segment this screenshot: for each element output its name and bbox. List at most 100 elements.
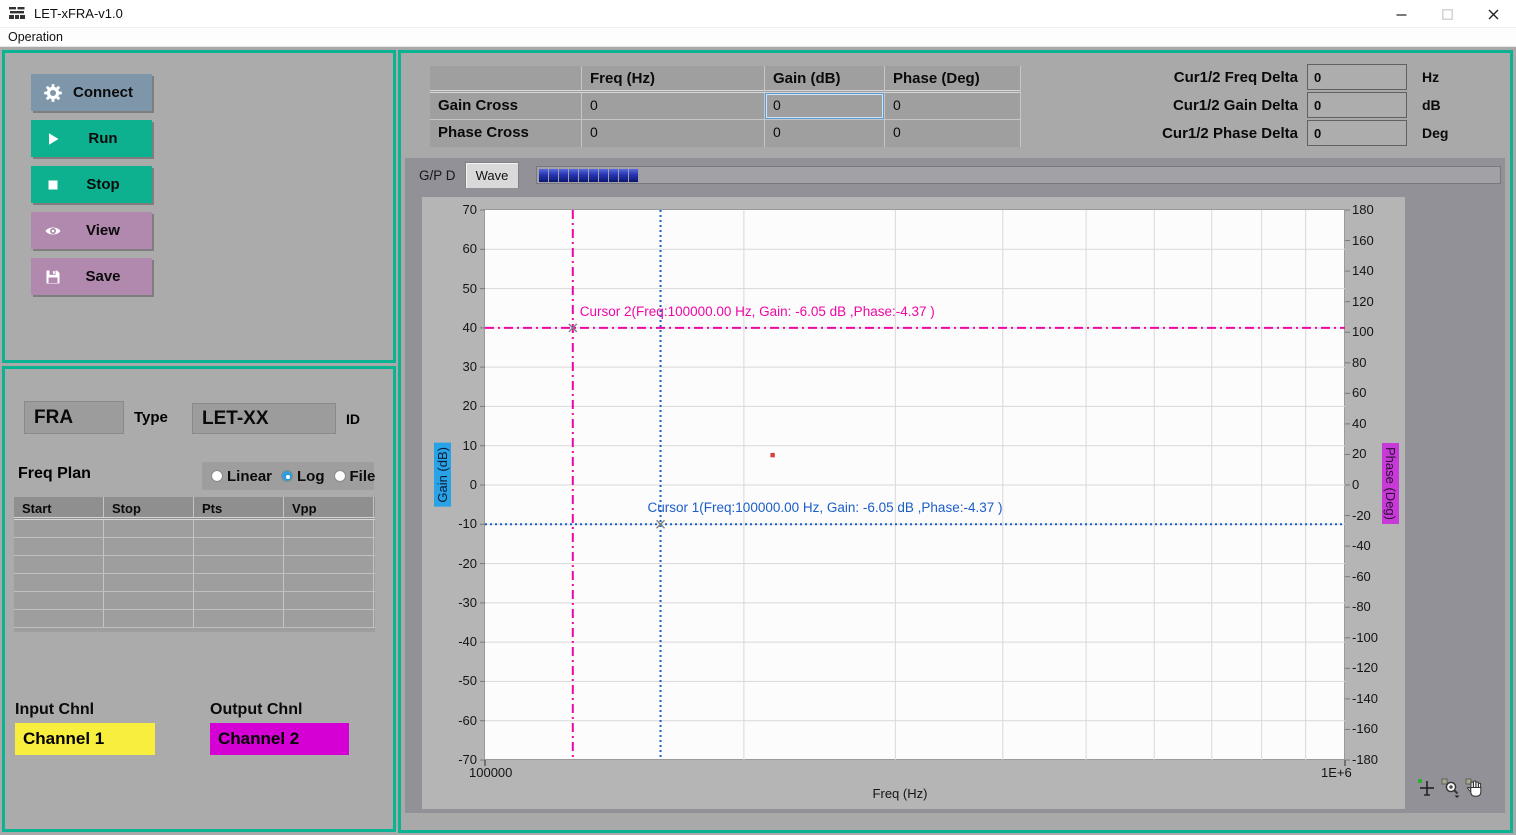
minimize-button[interactable]: [1378, 0, 1424, 28]
maximize-icon: [1442, 9, 1453, 20]
device-id-label: ID: [346, 411, 360, 427]
freq-plan-cell[interactable]: [194, 520, 284, 537]
stop-button-label: Stop: [62, 176, 152, 193]
pan-hand-tool-icon[interactable]: [1465, 778, 1485, 798]
cur-freq-delta-field[interactable]: 0: [1307, 64, 1407, 90]
cross-table-col-freq: Freq (Hz): [582, 66, 765, 93]
freq-plan-row[interactable]: [14, 538, 375, 556]
freq-plan-row[interactable]: [14, 610, 375, 628]
freq-plan-cell[interactable]: [194, 556, 284, 573]
run-button[interactable]: Run: [31, 120, 152, 157]
progress-segment: [589, 169, 598, 182]
cur-phase-delta-field[interactable]: 0: [1307, 120, 1407, 146]
freq-plan-cell[interactable]: [284, 610, 374, 627]
x-min-tick-label: 100000: [469, 765, 512, 780]
connect-button[interactable]: Connect: [31, 74, 152, 111]
menu-operation[interactable]: Operation: [8, 30, 63, 44]
freq-plan-cell[interactable]: [104, 538, 194, 555]
freq-plan-cell[interactable]: [14, 592, 104, 609]
phase-tick-label: -100: [1352, 630, 1392, 645]
freq-plan-table[interactable]: StartStopPtsVpp: [14, 497, 375, 632]
cursor-1-label[interactable]: Cursor 1(Freq:100000.00 Hz, Gain: -6.05 …: [648, 500, 1003, 515]
phase-cross-freq-value[interactable]: 0: [582, 120, 765, 147]
freq-plan-cell[interactable]: [104, 592, 194, 609]
cur-gain-delta-unit: dB: [1422, 97, 1441, 113]
app-logo-icon: [9, 6, 26, 21]
freq-plan-row[interactable]: [14, 520, 375, 538]
freq-plan-cell[interactable]: [284, 592, 374, 609]
crosshair-tool-icon[interactable]: [1417, 778, 1437, 798]
x-max-tick-label: 1E+6: [1321, 765, 1352, 780]
window-title: LET-xFRA-v1.0: [34, 6, 123, 21]
radio-linear[interactable]: Linear: [211, 468, 272, 485]
close-button[interactable]: [1470, 0, 1516, 28]
device-type-field[interactable]: FRA: [24, 401, 124, 434]
maximize-button[interactable]: [1424, 0, 1470, 28]
run-button-label: Run: [62, 130, 152, 147]
bode-chart[interactable]: 706050403020100-10-20-30-40-50-60-701801…: [422, 197, 1405, 809]
freq-plan-cell[interactable]: [284, 556, 374, 573]
freq-plan-row[interactable]: [14, 574, 375, 592]
freq-plan-cell[interactable]: [14, 556, 104, 573]
progress-segment: [549, 169, 558, 182]
freq-plan-row[interactable]: [14, 556, 375, 574]
freq-plan-cell[interactable]: [14, 538, 104, 555]
freq-plan-cell[interactable]: [104, 556, 194, 573]
radio-label: Log: [297, 468, 325, 485]
freq-plan-cell[interactable]: [194, 592, 284, 609]
tab-wave[interactable]: Wave: [465, 162, 519, 188]
freq-plan-cell[interactable]: [284, 574, 374, 591]
action-panel: Connect Run Stop View Save: [2, 50, 396, 363]
freq-plan-cell[interactable]: [14, 610, 104, 627]
radio-label: File: [350, 468, 376, 485]
cursor-2-label[interactable]: Cursor 2(Freq:100000.00 Hz, Gain: -6.05 …: [580, 304, 935, 319]
output-channel-selector[interactable]: Channel 2: [210, 723, 349, 755]
progress-segment: [559, 169, 568, 182]
progress-segment: [579, 169, 588, 182]
gear-icon: [44, 84, 62, 102]
zoom-tool-icon[interactable]: [1441, 778, 1461, 798]
freq-plan-col-vpp: Vpp: [284, 497, 374, 517]
radio-file[interactable]: File: [334, 468, 376, 485]
cur-freq-delta-unit: Hz: [1422, 69, 1439, 85]
floppy-icon: [44, 268, 62, 286]
gain-cross-phase-value[interactable]: 0: [885, 93, 1021, 120]
phase-tick-label: 160: [1352, 233, 1392, 248]
phase-cross-phase-value[interactable]: 0: [885, 120, 1021, 147]
x-axis-title: Freq (Hz): [840, 786, 960, 801]
freq-plan-cell[interactable]: [104, 520, 194, 537]
radio-dot-icon[interactable]: [211, 470, 223, 482]
save-button[interactable]: Save: [31, 258, 152, 295]
freq-plan-cell[interactable]: [194, 610, 284, 627]
freq-plan-row[interactable]: [14, 592, 375, 610]
freq-plan-cell[interactable]: [104, 574, 194, 591]
data-point-marker: [770, 453, 774, 457]
phase-tick-label: 180: [1352, 202, 1392, 217]
view-button[interactable]: View: [31, 212, 152, 249]
freq-plan-cell[interactable]: [14, 520, 104, 537]
stop-button[interactable]: Stop: [31, 166, 152, 203]
freq-plan-cell[interactable]: [284, 538, 374, 555]
cross-table: Freq (Hz) Gain (dB) Phase (Deg) Gain Cro…: [430, 66, 1021, 147]
cross-table-corner: [430, 66, 582, 93]
freq-plan-cell[interactable]: [284, 520, 374, 537]
radio-dot-icon[interactable]: [281, 470, 293, 482]
connect-button-label: Connect: [62, 84, 152, 101]
freq-plan-col-start: Start: [14, 497, 104, 517]
gain-cross-freq-value[interactable]: 0: [582, 93, 765, 120]
phase-tick-label: -180: [1352, 752, 1392, 767]
freq-plan-cell[interactable]: [14, 574, 104, 591]
gain-cross-gain-value[interactable]: 0: [765, 93, 885, 120]
save-button-label: Save: [62, 268, 152, 285]
radio-dot-icon[interactable]: [334, 470, 346, 482]
radio-log[interactable]: Log: [281, 468, 325, 485]
freq-plan-cell[interactable]: [194, 574, 284, 591]
device-id-field[interactable]: LET-XX: [192, 403, 336, 434]
gain-tick-label: -30: [437, 595, 477, 610]
freq-plan-cell[interactable]: [104, 610, 194, 627]
cur-gain-delta-field[interactable]: 0: [1307, 92, 1407, 118]
phase-cross-gain-value[interactable]: 0: [765, 120, 885, 147]
freq-plan-cell[interactable]: [194, 538, 284, 555]
input-channel-selector[interactable]: Channel 1: [15, 723, 155, 755]
tab-gpd[interactable]: G/P D: [419, 168, 456, 183]
